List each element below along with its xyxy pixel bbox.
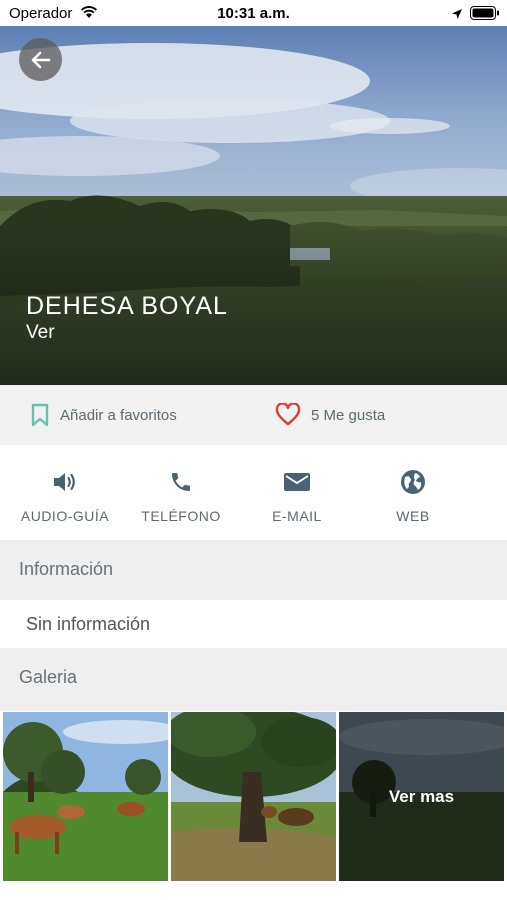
gallery-photo-oak-tree[interactable] (171, 712, 336, 881)
add-to-favorites-label: Añadir a favoritos (60, 406, 177, 424)
gallery-section-title: Galeria (19, 667, 78, 687)
mail-icon (283, 468, 311, 496)
phone-button[interactable]: TELÉFONO (123, 447, 239, 539)
audio-guide-button[interactable]: AUDIO-GUÍA (7, 447, 123, 539)
gallery-more-button[interactable]: Ver mas (339, 712, 504, 881)
add-to-favorites-button[interactable]: Añadir a favoritos (30, 385, 177, 445)
speaker-icon (52, 468, 78, 496)
back-button[interactable] (19, 38, 62, 81)
photo-gallery: Ver mas (0, 711, 507, 883)
phone-label: TELÉFONO (141, 508, 221, 524)
web-label: WEB (396, 508, 430, 524)
contact-actions: AUDIO-GUÍA TELÉFONO E-MAIL WEB (0, 447, 507, 539)
like-button[interactable]: 5 Me gusta (275, 385, 385, 445)
info-text: Sin información (26, 614, 151, 634)
place-subtitle-link[interactable]: Ver (26, 322, 55, 344)
see-more-label: Ver mas (388, 786, 455, 806)
email-button[interactable]: E-MAIL (239, 447, 355, 539)
place-title: DEHESA BOYAL (26, 292, 228, 320)
email-label: E-MAIL (272, 508, 322, 524)
info-section-header: Información (0, 540, 507, 600)
info-section-title: Información (19, 559, 114, 579)
bookmark-icon (30, 403, 50, 427)
gallery-photo-cows[interactable] (3, 712, 168, 881)
audio-guide-label: AUDIO-GUÍA (20, 508, 110, 524)
gallery-section-header: Galeria (0, 648, 507, 711)
battery-icon (470, 6, 500, 25)
arrow-left-icon (31, 51, 50, 68)
location-arrow-icon (451, 7, 463, 25)
hero-image: DEHESA BOYAL Ver (0, 26, 507, 385)
heart-icon (275, 403, 301, 427)
info-content: Sin información (0, 600, 507, 648)
globe-icon (400, 468, 426, 496)
phone-icon (169, 468, 193, 496)
likes-count-label: 5 Me gusta (311, 406, 386, 424)
status-bar: Operador 10:31 a.m. (0, 0, 507, 26)
clock-label: 10:31 a.m. (217, 5, 290, 22)
hero-landscape-photo (0, 26, 507, 385)
favorites-likes-bar: Añadir a favoritos 5 Me gusta (0, 385, 507, 445)
web-button[interactable]: WEB (355, 447, 471, 539)
